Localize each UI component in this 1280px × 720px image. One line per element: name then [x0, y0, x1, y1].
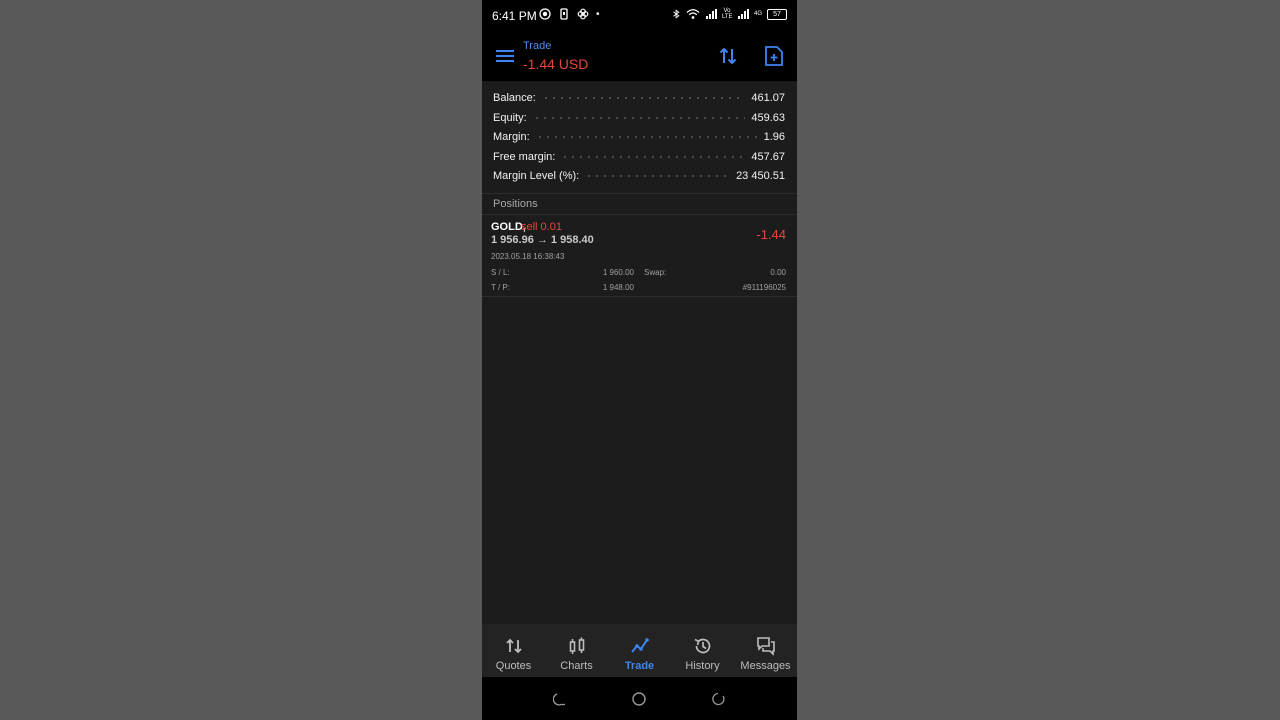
free-margin-label: Free margin:: [493, 150, 556, 163]
dotted-leader: [585, 174, 731, 177]
positions-label: Positions: [493, 198, 538, 210]
margin-level-label: Margin Level (%):: [493, 169, 580, 182]
signal-icon-2: [737, 9, 749, 19]
margin-level-value: 23 450.51: [736, 169, 785, 182]
nav-charts[interactable]: Charts: [545, 624, 608, 677]
pinwheel-icon: [577, 8, 589, 20]
nav-trade-label: Trade: [624, 660, 655, 672]
nav-history-label: History: [685, 660, 720, 672]
stop-loss-label: S / L:: [491, 268, 510, 277]
record-icon: [539, 8, 551, 20]
stop-loss-value: 1 960.00: [602, 268, 634, 277]
phone-app-icon: [560, 8, 568, 20]
position-prices: 1 956.96 → 1 958.40: [491, 234, 594, 246]
position-ticket: #911196025: [742, 283, 786, 292]
signal-icon: [705, 9, 717, 19]
status-dot: •: [596, 8, 600, 20]
data-label: 4G: [753, 11, 762, 17]
status-notification-icons: •: [539, 8, 600, 20]
new-order-icon[interactable]: [764, 45, 784, 67]
phone-screen: 6:41 PM • Vo LTE 4G 57 Trade -1.44 USD B…: [482, 0, 797, 720]
swap-value: 0.00: [770, 268, 786, 277]
balance-label: Balance:: [493, 91, 536, 104]
account-summary: Balance: 461.07 Equity: 459.63 Margin: 1…: [482, 81, 797, 194]
total-profit: -1.44 USD: [523, 56, 589, 72]
back-icon[interactable]: [710, 691, 726, 707]
system-navigation-bar: [482, 677, 797, 720]
recents-icon[interactable]: [553, 691, 569, 707]
free-margin-row: Free margin: 457.67: [493, 147, 785, 166]
positions-section-header: Positions: [482, 194, 797, 215]
position-profit: -1.44: [756, 227, 786, 242]
swap-label: Swap:: [644, 268, 667, 277]
trade-icon: [630, 638, 649, 653]
position-open-time: 2023.05.18 16:38:43: [491, 252, 565, 261]
messages-icon: [756, 637, 775, 656]
nav-trade[interactable]: Trade: [608, 624, 671, 677]
nav-messages[interactable]: Messages: [734, 624, 797, 677]
status-system-icons: Vo LTE 4G 57: [672, 8, 787, 20]
margin-row: Margin: 1.96: [493, 127, 785, 146]
margin-value: 1.96: [763, 130, 785, 143]
take-profit-value: 1 948.00: [602, 283, 634, 292]
wifi-icon: [686, 9, 700, 19]
dotted-leader: [541, 96, 746, 99]
status-bar: 6:41 PM • Vo LTE 4G 57: [482, 0, 797, 32]
status-time: 6:41 PM: [492, 9, 537, 23]
equity-row: Equity: 459.63: [493, 108, 785, 127]
page-title: Trade: [523, 40, 552, 52]
bottom-navigation: Quotes Charts Trade History Messages: [482, 624, 797, 677]
history-icon: [694, 638, 710, 654]
nav-messages-label: Messages: [740, 660, 791, 672]
home-icon[interactable]: [631, 691, 647, 707]
app-header: Trade -1.44 USD: [482, 32, 797, 81]
dotted-leader: [535, 135, 758, 138]
margin-label: Margin:: [493, 130, 530, 143]
nav-charts-label: Charts: [560, 660, 593, 672]
margin-level-row: Margin Level (%): 23 450.51: [493, 166, 785, 185]
free-margin-value: 457.67: [751, 150, 785, 163]
take-profit-label: T / P:: [491, 283, 510, 292]
balance-value: 461.07: [751, 91, 785, 104]
position-type: sell 0.01: [521, 221, 562, 233]
volte-label: Vo LTE: [721, 8, 733, 20]
menu-icon[interactable]: [496, 48, 514, 64]
position-item[interactable]: GOLD, sell 0.01 1 956.96 → 1 958.40 -1.4…: [482, 216, 797, 297]
nav-history[interactable]: History: [671, 624, 734, 677]
dotted-leader: [561, 155, 746, 158]
dotted-leader: [532, 116, 746, 119]
bluetooth-icon: [673, 9, 680, 19]
quotes-icon: [505, 638, 522, 654]
balance-row: Balance: 461.07: [493, 88, 785, 107]
equity-label: Equity:: [493, 111, 527, 124]
nav-quotes-label: Quotes: [495, 660, 532, 672]
battery-icon: 57: [767, 8, 787, 20]
nav-quotes[interactable]: Quotes: [482, 624, 545, 677]
sort-icon[interactable]: [718, 46, 738, 66]
charts-icon: [569, 637, 584, 654]
equity-value: 459.63: [751, 111, 785, 124]
